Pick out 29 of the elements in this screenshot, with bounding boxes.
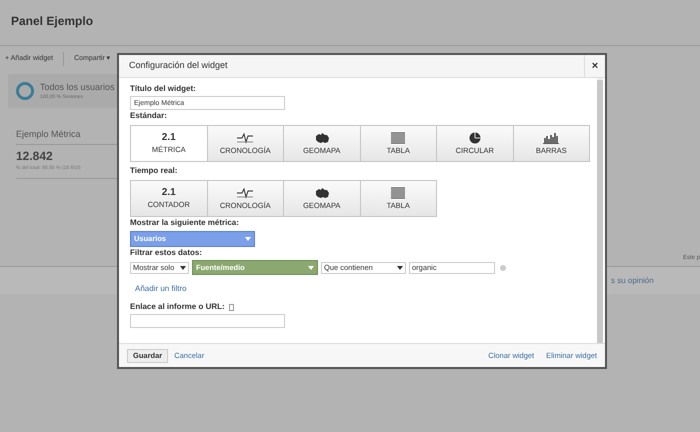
scrollbar-thumb[interactable] [597, 80, 603, 343]
table-icon [389, 132, 408, 144]
number-glyph: 2.1 [162, 133, 176, 144]
field-label: Tiempo real: [130, 165, 178, 177]
field-label: Enlace al informe o URL: [130, 301, 225, 313]
field-label: Mostrar la siguiente métrica: [130, 217, 240, 229]
url-input[interactable] [130, 314, 285, 328]
field-label: Filtrar estos datos: [130, 247, 204, 259]
dialog-title: Configuración del widget [128, 59, 229, 72]
field-label: Estándar: [130, 110, 168, 122]
field-label: Título del widget: [130, 83, 197, 95]
widget-title: Ejemplo Métrica [16, 128, 82, 141]
number-glyph: 2.1 [162, 188, 176, 198]
segment-ring-icon [16, 82, 34, 100]
bar-chart-icon [542, 132, 560, 144]
line-chart-icon [236, 132, 254, 144]
table-icon [389, 187, 408, 200]
close-button[interactable]: × [584, 55, 605, 77]
segment-name: Todos los usuarios [40, 80, 115, 94]
add-filter-link[interactable]: Añadir un filtro [135, 283, 187, 295]
metric-value: 12.842 [16, 148, 54, 164]
line-chart-icon [236, 187, 254, 200]
page-title: Panel Ejemplo [0, 0, 700, 46]
document-icon [228, 304, 234, 310]
remove-icon[interactable] [500, 264, 506, 270]
caret-icon [308, 266, 314, 270]
caret-icon [180, 266, 186, 270]
caret-icon [245, 237, 251, 241]
caret-icon [397, 266, 403, 270]
